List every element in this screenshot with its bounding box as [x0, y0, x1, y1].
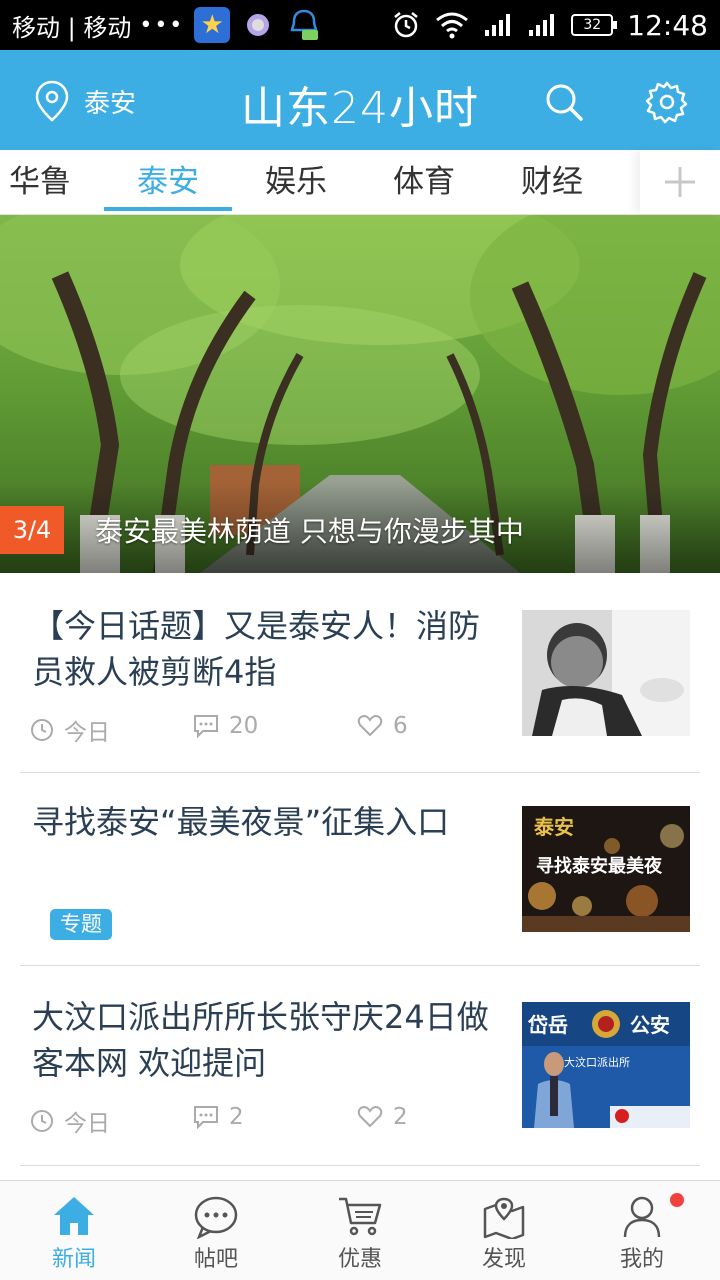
comment-count: 20 — [229, 713, 259, 739]
thumb-text-station: 大汶口派出所 — [564, 1055, 630, 1069]
signal-icon-2 — [529, 14, 555, 36]
home-icon — [54, 1197, 94, 1235]
news-item[interactable]: 【今日话题】又是泰安人！消防员救人被剪断4指 今日 20 6 — [20, 573, 700, 773]
thumb-text-police: 公安 — [630, 1013, 670, 1037]
tab-finance[interactable]: 财经 — [488, 150, 616, 215]
thumb-text-daiyue: 岱岳 — [527, 1013, 568, 1037]
cart-icon — [339, 1197, 382, 1236]
tab-entertainment[interactable]: 娱乐 — [232, 150, 360, 215]
clock: 12:48 — [627, 8, 708, 42]
news-title: 【今日话题】又是泰安人！消防员救人被剪断4指 — [32, 607, 481, 691]
nav-label: 我的 — [619, 1247, 664, 1272]
nav-news[interactable]: 新闻 — [2, 1181, 146, 1280]
search-icon — [546, 84, 583, 121]
news-photo: 岱岳 公安 大汶口派出所 — [522, 1002, 690, 1128]
like-count: 2 — [393, 1104, 408, 1130]
nav-forum[interactable]: 帖吧 — [144, 1181, 288, 1280]
gear-icon — [645, 81, 688, 124]
banner-caption: 泰安最美林荫道 只想与你漫步其中 — [95, 515, 524, 548]
news-photo — [522, 610, 690, 736]
like-count: 6 — [393, 713, 408, 739]
likes-meta: 6 — [357, 713, 408, 739]
chat-app-icon — [286, 7, 322, 43]
comment-icon — [194, 1106, 218, 1129]
likes-meta: 2 — [357, 1104, 408, 1130]
featured-banner[interactable]: 3/4 泰安最美林荫道 只想与你漫步其中 — [0, 215, 720, 573]
comment-count: 2 — [229, 1104, 244, 1130]
nav-label: 优惠 — [337, 1247, 382, 1272]
plus-icon — [665, 167, 695, 197]
clock-icon — [31, 719, 53, 741]
category-tabs: 华鲁 泰安 娱乐 体育 财经 — [0, 150, 720, 215]
add-tab-button[interactable] — [640, 150, 720, 214]
topic-tag: 专题 — [50, 909, 112, 940]
carrier-label: 移动 | 移动 — [12, 13, 132, 42]
tab-taian[interactable]: 泰安 — [104, 150, 232, 215]
app-title: 山东24小时 — [241, 83, 479, 134]
comments-meta: 20 — [193, 713, 258, 739]
comment-icon — [194, 715, 218, 738]
chat-bubble-icon — [194, 1196, 238, 1239]
bottom-navigation: 新闻 帖吧 优惠 发现 我的 — [0, 1180, 720, 1280]
nav-label: 发现 — [481, 1247, 526, 1272]
news-title: 寻找泰安“最美夜景”征集入口 — [32, 803, 450, 841]
time-meta: 今日 — [30, 713, 110, 747]
heart-icon — [357, 715, 383, 737]
alarm-icon — [394, 12, 419, 38]
signal-icon-1 — [485, 14, 511, 36]
thumb-text-search: 寻找泰安最美夜 — [536, 855, 663, 877]
wifi-icon — [436, 12, 469, 39]
active-tab-indicator — [104, 207, 232, 211]
circle-app-icon — [240, 7, 276, 43]
tab-hualu[interactable]: 华鲁 — [0, 150, 104, 215]
settings-button[interactable] — [645, 80, 689, 128]
map-icon — [483, 1197, 525, 1239]
news-thumbnail — [522, 610, 690, 736]
banner-page-counter: 3/4 — [0, 506, 64, 554]
user-icon — [623, 1196, 661, 1238]
battery-icon: 32 — [571, 14, 618, 36]
news-thumbnail: 泰安 寻找泰安最美夜 — [522, 806, 690, 932]
notification-badge — [670, 1193, 684, 1207]
news-item[interactable]: 寻找泰安“最美夜景”征集入口 泰安 寻找泰安最美夜 专题 — [20, 773, 700, 966]
nav-label: 新闻 — [51, 1247, 96, 1272]
nav-profile[interactable]: 我的 — [570, 1181, 714, 1280]
tab-sports[interactable]: 体育 — [360, 150, 488, 215]
comments-meta: 2 — [193, 1104, 244, 1130]
heart-icon — [357, 1106, 383, 1128]
news-photo: 泰安 寻找泰安最美夜 — [522, 806, 690, 932]
news-title: 大汶口派出所所长张守庆24日做客本网 欢迎提问 — [32, 998, 489, 1082]
status-bar: 移动 | 移动 ••• ★ 32 12:48 — [0, 0, 720, 50]
news-meta: 今日 2 2 — [30, 1104, 500, 1138]
thumb-text-taian: 泰安 — [533, 815, 574, 839]
nav-deals[interactable]: 优惠 — [288, 1181, 432, 1280]
news-time: 今日 — [64, 1111, 110, 1137]
nav-label: 帖吧 — [193, 1247, 238, 1272]
star-app-icon: ★ — [194, 7, 231, 43]
nav-discover[interactable]: 发现 — [432, 1181, 576, 1280]
search-button[interactable] — [544, 82, 584, 126]
news-thumbnail: 岱岳 公安 大汶口派出所 — [522, 1002, 690, 1128]
more-notifications-indicator: ••• — [139, 12, 185, 38]
news-meta: 今日 20 6 — [30, 713, 500, 747]
app-header: 泰安 山东24小时 — [0, 50, 720, 150]
clock-icon — [31, 1110, 53, 1132]
time-meta: 今日 — [30, 1104, 110, 1138]
news-time: 今日 — [64, 720, 110, 746]
news-item[interactable]: 大汶口派出所所长张守庆24日做客本网 欢迎提问 岱岳 公安 大汶口派出所 今日 … — [20, 966, 700, 1166]
